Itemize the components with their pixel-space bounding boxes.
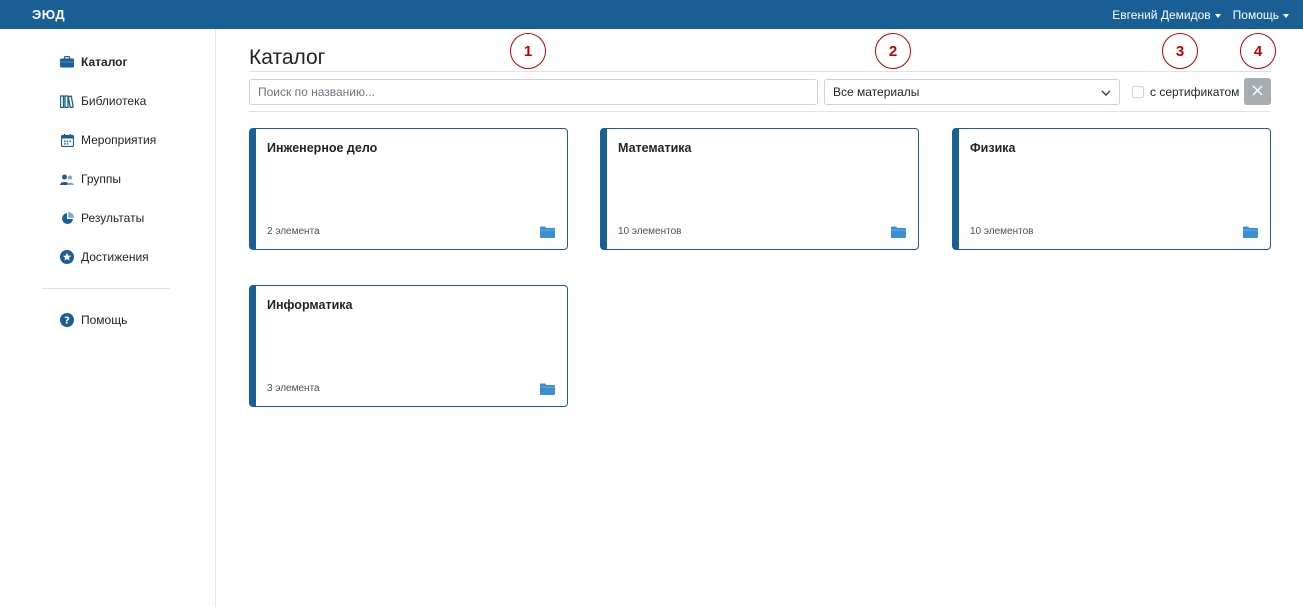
clear-filters-button[interactable]	[1244, 78, 1271, 105]
annotation-marker-1: 1	[510, 33, 546, 69]
chevron-down-icon	[1101, 85, 1111, 99]
sidebar: Каталог Библиотека Мероприятия Группы Ре…	[0, 29, 216, 607]
sidebar-item-label: Результаты	[81, 211, 145, 225]
annotation-marker-4: 4	[1240, 33, 1276, 69]
card-count: 10 элементов	[618, 226, 682, 237]
star-badge-icon	[60, 250, 74, 264]
certificate-label: с сертификатом	[1150, 85, 1240, 99]
sidebar-item-achievements[interactable]: Достижения	[60, 247, 149, 267]
catalog-card-math[interactable]: Математика 10 элементов	[600, 128, 919, 250]
card-title: Математика	[618, 141, 692, 155]
sidebar-item-catalog[interactable]: Каталог	[60, 52, 128, 72]
top-nav: Евгений Демидов Помощь	[1112, 8, 1289, 22]
svg-text:?: ?	[64, 316, 70, 327]
title-divider	[249, 71, 1271, 72]
card-title: Инженерное дело	[267, 141, 378, 155]
annotation-marker-3: 3	[1162, 33, 1198, 69]
sidebar-item-label: Помощь	[81, 313, 128, 327]
filter-divider	[249, 111, 1271, 112]
sidebar-divider	[42, 288, 170, 289]
help-menu[interactable]: Помощь	[1233, 8, 1289, 22]
material-type-select[interactable]: Все материалы	[824, 79, 1120, 105]
sidebar-item-label: Достижения	[81, 250, 149, 264]
folder-icon	[1243, 225, 1258, 243]
sidebar-item-label: Библиотека	[81, 94, 147, 108]
top-bar: ЭЮД Евгений Демидов Помощь	[0, 0, 1303, 29]
sidebar-item-events[interactable]: Мероприятия	[60, 130, 156, 150]
certificate-checkbox[interactable]	[1132, 86, 1144, 98]
catalog-card-physics[interactable]: Физика 10 элементов	[952, 128, 1271, 250]
catalog-card-informatics[interactable]: Информатика 3 элемента	[249, 285, 568, 407]
books-icon	[60, 94, 74, 108]
card-count: 10 элементов	[970, 226, 1034, 237]
user-name: Евгений Демидов	[1112, 8, 1211, 22]
page-title: Каталог	[249, 46, 326, 69]
caret-down-icon	[1283, 13, 1289, 18]
pie-chart-icon	[60, 211, 74, 225]
search-input[interactable]	[249, 79, 818, 105]
card-count: 2 элемента	[267, 226, 320, 237]
close-icon	[1252, 83, 1263, 101]
folder-icon	[540, 382, 555, 400]
sidebar-item-groups[interactable]: Группы	[60, 169, 121, 189]
app-logo[interactable]: ЭЮД	[32, 7, 65, 22]
question-circle-icon: ?	[60, 313, 74, 327]
sidebar-item-label: Мероприятия	[81, 133, 157, 147]
calendar-icon	[60, 133, 74, 147]
sidebar-item-label: Группы	[81, 172, 121, 186]
folder-icon	[540, 225, 555, 243]
caret-down-icon	[1214, 13, 1221, 18]
sidebar-item-label: Каталог	[81, 55, 128, 69]
user-menu[interactable]: Евгений Демидов	[1112, 8, 1221, 22]
folder-icon	[891, 225, 906, 243]
certificate-filter[interactable]: с сертификатом	[1132, 85, 1239, 99]
help-menu-label: Помощь	[1232, 8, 1279, 22]
card-count: 3 элемента	[267, 383, 320, 394]
sidebar-item-help[interactable]: ? Помощь	[60, 310, 127, 330]
catalog-card-engineering[interactable]: Инженерное дело 2 элемента	[249, 128, 568, 250]
users-icon	[60, 172, 74, 186]
card-title: Физика	[970, 141, 1016, 155]
material-type-value: Все материалы	[833, 85, 920, 99]
sidebar-item-library[interactable]: Библиотека	[60, 91, 146, 111]
briefcase-icon	[60, 55, 74, 69]
card-title: Информатика	[267, 298, 353, 312]
annotation-marker-2: 2	[875, 33, 911, 69]
sidebar-item-results[interactable]: Результаты	[60, 208, 144, 228]
